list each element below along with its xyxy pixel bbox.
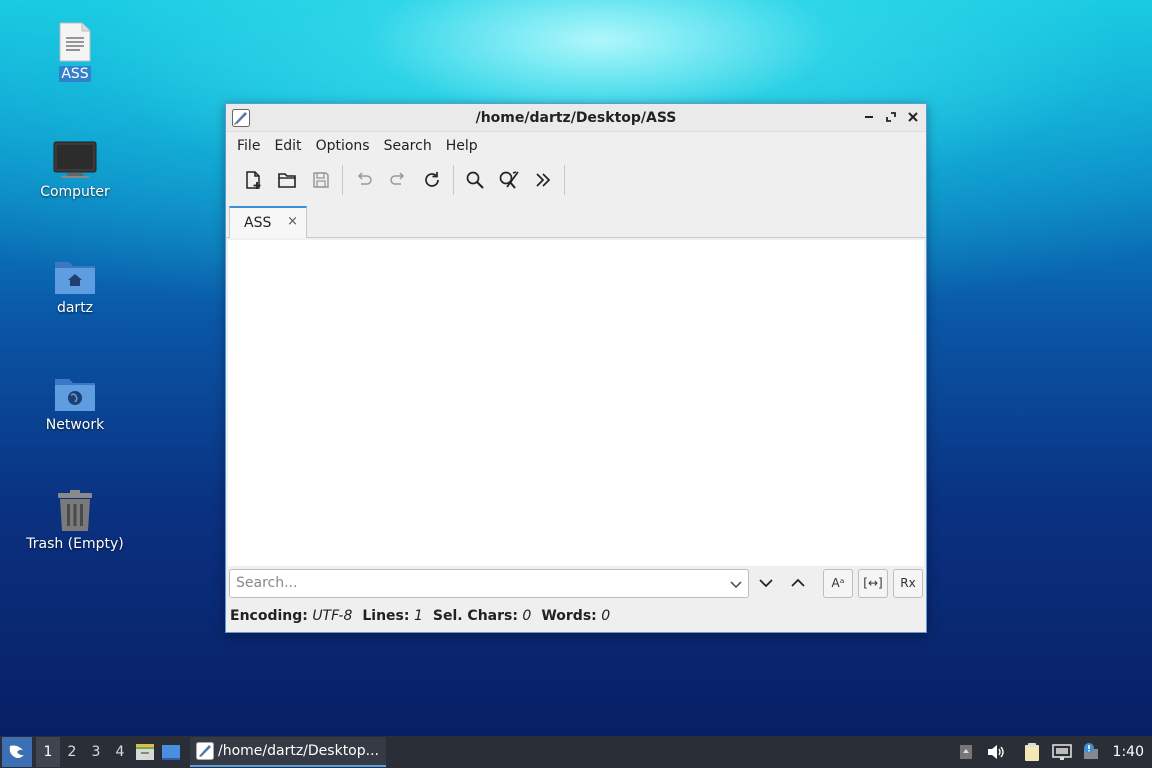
network-button[interactable] [1047,737,1077,767]
toolbar-separator [453,165,454,195]
more-icon [536,173,551,187]
toolbar-separator [564,165,565,195]
menu-help[interactable]: Help [439,138,485,154]
toolbar [226,160,926,200]
match-case-button[interactable]: Aᵃ [823,568,853,598]
workspace-4[interactable]: 4 [108,737,132,767]
regex-button[interactable]: Rx [893,568,923,598]
undo-button[interactable] [347,164,381,196]
desktop-icon-trash[interactable]: Trash (Empty) [20,490,130,552]
trash-icon [56,490,94,532]
task-editor-window[interactable]: /home/dartz/Desktop... [190,737,386,767]
replace-icon [499,171,519,189]
new-file-button[interactable] [236,164,270,196]
home-folder-icon [54,258,96,296]
eject-icon [959,745,972,759]
arrow-up-icon [791,578,805,587]
volume-button[interactable] [981,737,1011,767]
status-lines: Lines: 1 [362,608,423,624]
reload-button[interactable] [415,164,449,196]
file-manager-launcher[interactable] [132,737,158,767]
search-input[interactable] [236,575,716,591]
desktop-icon-label: Trash (Empty) [26,536,124,552]
editor-window: /home/dartz/Desktop/ASS File Edit Option… [225,103,927,633]
menubar: File Edit Options Search Help [226,132,926,160]
desktop-icon-label: ASS [59,66,91,82]
task-label: /home/dartz/Desktop... [218,743,379,759]
text-file-icon [58,22,92,62]
desktop-icon-network[interactable]: Network [20,375,130,433]
new-file-icon [246,171,261,189]
desktop-icon-label: dartz [56,300,94,316]
clipboard-icon [1024,743,1039,761]
minimize-button[interactable] [862,109,876,125]
search-field-container [229,568,749,598]
workspace-3[interactable]: 3 [84,737,108,767]
window-titlebar[interactable]: /home/dartz/Desktop/ASS [226,104,926,132]
tab-bar: ASS × [226,206,926,238]
desktop-icon-computer[interactable]: Computer [20,140,130,200]
redo-icon [390,172,405,185]
reload-icon [425,172,439,187]
desktop-icon-ass[interactable]: ASS [20,22,130,82]
close-button[interactable] [906,109,920,125]
desktop-icon-label: Computer [40,184,110,200]
computer-icon [53,140,97,180]
network-folder-icon [54,375,96,413]
tab-close-icon[interactable]: × [287,214,298,229]
network-icon [1051,744,1072,760]
status-words: Words: 0 [541,608,611,624]
status-encoding: Encoding: UTF-8 [230,608,353,624]
tab-ass[interactable]: ASS × [229,206,307,238]
menu-file[interactable]: File [230,138,267,154]
desktop-icon-label: Network [45,417,105,433]
save-button[interactable] [304,164,338,196]
notification-button[interactable] [1077,737,1107,767]
tab-label: ASS [244,215,272,231]
start-menu-button[interactable] [2,737,32,767]
find-icon [466,171,484,189]
find-previous-button[interactable] [783,569,813,598]
menu-search[interactable]: Search [377,138,439,154]
menu-edit[interactable]: Edit [267,138,308,154]
maximize-button[interactable] [884,109,898,125]
find-next-button[interactable] [751,569,781,598]
file-manager-icon [136,744,154,760]
menu-options[interactable]: Options [309,138,377,154]
save-icon [313,172,329,188]
toolbar-separator [342,165,343,195]
text-editor-area[interactable] [228,240,924,566]
replace-button[interactable] [492,164,526,196]
desktop-icon-home[interactable]: dartz [20,258,130,316]
chevron-down-icon[interactable] [728,576,744,592]
undo-icon [357,172,372,185]
notification-icon [1083,743,1098,759]
window-title: /home/dartz/Desktop/ASS [475,109,677,126]
status-selchars: Sel. Chars: 0 [432,608,532,624]
clock[interactable]: 1:40 [1107,744,1152,760]
taskbar: 1 2 3 4 /home/dartz/Desktop... 1:40 [0,736,1152,768]
text-editor-app-icon[interactable] [232,109,250,127]
tray-toggle-button[interactable] [951,737,981,767]
search-bar: Aᵃ [↔] Rx [229,568,924,598]
open-folder-icon [278,173,296,188]
redo-button[interactable] [381,164,415,196]
text-editor-app-icon [196,742,214,760]
whole-word-button[interactable]: [↔] [858,568,888,598]
app-menu-icon [9,745,24,758]
workspace-1[interactable]: 1 [36,737,60,767]
status-bar: Encoding: UTF-8 Lines: 1 Sel. Chars: 0 W… [230,604,610,628]
workspace-2[interactable]: 2 [60,737,84,767]
find-button[interactable] [458,164,492,196]
show-desktop-button[interactable] [158,737,184,767]
more-button[interactable] [526,164,560,196]
volume-icon [987,745,1004,759]
system-tray: 1:40 [951,736,1152,768]
open-file-button[interactable] [270,164,304,196]
clipboard-button[interactable] [1017,737,1047,767]
arrow-down-icon [759,579,773,588]
desktop-icon [162,745,180,760]
